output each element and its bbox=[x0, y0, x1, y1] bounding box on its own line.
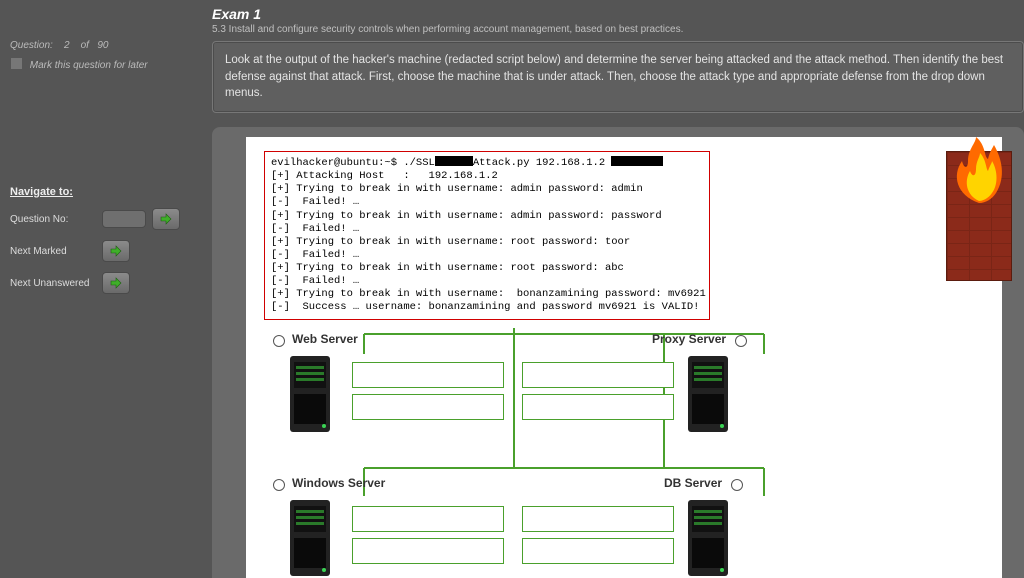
question-label: Question: bbox=[10, 40, 53, 51]
windows-attack-dropdown[interactable] bbox=[352, 506, 504, 532]
db-attack-dropdown[interactable] bbox=[522, 506, 674, 532]
web-server-icon bbox=[284, 354, 336, 434]
proxy-attack-dropdown[interactable] bbox=[522, 362, 674, 388]
next-unanswered-button[interactable] bbox=[102, 272, 130, 294]
web-defense-dropdown[interactable] bbox=[352, 394, 504, 420]
proxy-server-label: Proxy Server bbox=[652, 332, 726, 346]
nav-label-next-unanswered: Next Unanswered bbox=[10, 278, 102, 289]
proxy-server-radio[interactable] bbox=[735, 335, 747, 347]
web-attack-dropdown[interactable] bbox=[352, 362, 504, 388]
exam-title: Exam 1 bbox=[212, 6, 1024, 22]
go-to-question-button[interactable] bbox=[152, 208, 180, 230]
firewall-icon bbox=[946, 151, 1012, 281]
windows-server-radio[interactable] bbox=[273, 479, 285, 491]
redacted-block bbox=[611, 156, 663, 166]
exam-header: Exam 1 5.3 Install and configure securit… bbox=[208, 0, 1024, 41]
db-server-option[interactable]: DB Server bbox=[664, 476, 746, 491]
mark-for-later[interactable]: Mark this question for later bbox=[10, 57, 198, 71]
mark-checkbox[interactable] bbox=[10, 57, 23, 70]
nav-row-next-unanswered: Next Unanswered bbox=[10, 272, 198, 294]
db-server-radio[interactable] bbox=[731, 479, 743, 491]
next-marked-button[interactable] bbox=[102, 240, 130, 262]
whiteboard: evilhacker@ubuntu:~$ ./SSLAttack.py 192.… bbox=[246, 137, 1002, 578]
windows-server-option[interactable]: Windows Server bbox=[268, 476, 385, 491]
navigate-title: Navigate to: bbox=[10, 186, 198, 198]
nav-row-question-no: Question No: bbox=[10, 208, 198, 230]
arrow-right-icon bbox=[110, 245, 122, 257]
redacted-block bbox=[435, 156, 473, 166]
nav-row-next-marked: Next Marked bbox=[10, 240, 198, 262]
question-counter: Question: 2 of 90 bbox=[10, 40, 198, 51]
sidebar: Question: 2 of 90 Mark this question for… bbox=[0, 0, 208, 578]
main-area: Exam 1 5.3 Install and configure securit… bbox=[208, 0, 1024, 578]
nav-label-next-marked: Next Marked bbox=[10, 246, 102, 257]
db-defense-dropdown[interactable] bbox=[522, 538, 674, 564]
proxy-server-icon bbox=[682, 354, 734, 434]
question-number: 2 bbox=[64, 40, 70, 51]
windows-server-label: Windows Server bbox=[292, 476, 385, 490]
proxy-server-option[interactable]: Proxy Server bbox=[652, 332, 750, 347]
proxy-defense-dropdown[interactable] bbox=[522, 394, 674, 420]
mark-label: Mark this question for later bbox=[30, 60, 148, 71]
windows-server-icon bbox=[284, 498, 336, 578]
question-no-input[interactable] bbox=[102, 210, 146, 228]
web-server-label: Web Server bbox=[292, 332, 358, 346]
nav-label-qno: Question No: bbox=[10, 214, 102, 225]
question-text: Look at the output of the hacker's machi… bbox=[212, 41, 1024, 113]
windows-defense-dropdown[interactable] bbox=[352, 538, 504, 564]
network-diagram: Web Server bbox=[264, 328, 984, 578]
of-label: of bbox=[81, 40, 89, 51]
arrow-right-icon bbox=[110, 277, 122, 289]
workarea: evilhacker@ubuntu:~$ ./SSLAttack.py 192.… bbox=[212, 127, 1024, 578]
db-server-icon bbox=[682, 498, 734, 578]
arrow-right-icon bbox=[160, 213, 172, 225]
flame-icon bbox=[946, 135, 1012, 205]
web-server-option[interactable]: Web Server bbox=[268, 332, 358, 347]
question-total: 90 bbox=[97, 40, 108, 51]
db-server-label: DB Server bbox=[664, 476, 722, 490]
hacker-terminal: evilhacker@ubuntu:~$ ./SSLAttack.py 192.… bbox=[264, 151, 710, 320]
exam-subtitle: 5.3 Install and configure security contr… bbox=[212, 24, 1024, 35]
web-server-radio[interactable] bbox=[273, 335, 285, 347]
